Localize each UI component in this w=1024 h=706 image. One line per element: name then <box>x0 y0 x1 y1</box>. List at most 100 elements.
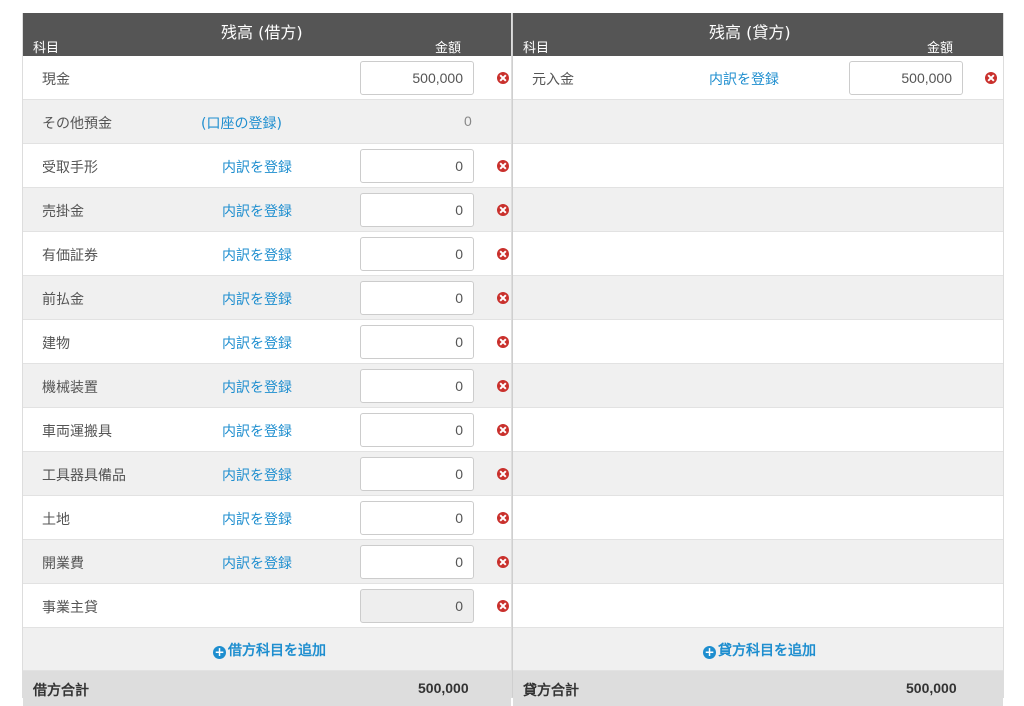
register-breakdown-link[interactable]: 内訳を登録 <box>222 289 292 309</box>
add-credit-account-button[interactable]: + 貸方科目を追加 <box>703 640 816 660</box>
plus-circle-icon: + <box>703 645 716 659</box>
amount-input[interactable]: 0 <box>360 149 474 183</box>
debit-rows: 現金 500,000 その他預金 (口座の登録) 0 受取手形 内訳を登録 0 売掛金 内訳を登録… <box>23 56 511 628</box>
credit-account-row <box>513 100 1003 144</box>
register-account-link[interactable]: (口座の登録) <box>201 113 282 133</box>
debit-account-row: 事業主貸 0 <box>23 584 511 628</box>
register-breakdown-link[interactable]: 内訳を登録 <box>222 377 292 397</box>
add-debit-account-button[interactable]: + 借方科目を追加 <box>213 640 326 660</box>
credit-total-value: 500,000 <box>906 680 957 696</box>
register-breakdown-link[interactable]: 内訳を登録 <box>222 201 292 221</box>
account-name: 元入金 <box>532 72 574 88</box>
credit-account-row: 元入金 内訳を登録 500,000 <box>513 56 1003 100</box>
amount-input[interactable]: 500,000 <box>360 61 474 95</box>
amount-input[interactable]: 500,000 <box>849 61 963 95</box>
credit-account-row <box>513 144 1003 188</box>
credit-total-row: 貸方合計 500,000 <box>513 671 1003 706</box>
debit-amount-column-header: 金額 <box>435 41 462 56</box>
amount-input[interactable]: 0 <box>360 193 474 227</box>
times-circle-icon[interactable] <box>497 424 509 436</box>
credit-panel: 科目 残高 (貸方) 金額 元入金 内訳を登録 500,000 + 貸方科目を追加 貸… <box>512 13 1004 706</box>
register-breakdown-link[interactable]: 内訳を登録 <box>222 421 292 441</box>
debit-account-row: 機械装置 内訳を登録 0 <box>23 364 511 408</box>
debit-account-row: 有価証券 内訳を登録 0 <box>23 232 511 276</box>
amount-input[interactable]: 0 <box>360 369 474 403</box>
times-circle-icon[interactable] <box>497 512 509 524</box>
amount-input[interactable]: 0 <box>360 457 474 491</box>
debit-total-row: 借方合計 500,000 <box>23 671 511 706</box>
times-circle-icon[interactable] <box>497 380 509 392</box>
account-name: 事業主貸 <box>42 600 98 616</box>
account-name: 売掛金 <box>42 204 84 220</box>
amount-input[interactable]: 0 <box>360 237 474 271</box>
add-credit-account-label: 貸方科目を追加 <box>718 643 816 659</box>
debit-add-row: + 借方科目を追加 <box>23 628 511 671</box>
account-name: 開業費 <box>42 556 84 572</box>
debit-account-row: 車両運搬具 内訳を登録 0 <box>23 408 511 452</box>
debit-account-row: 前払金 内訳を登録 0 <box>23 276 511 320</box>
register-breakdown-link[interactable]: 内訳を登録 <box>222 509 292 529</box>
debit-account-row: その他預金 (口座の登録) 0 <box>23 100 511 144</box>
credit-account-row <box>513 232 1003 276</box>
account-name: 工具器具備品 <box>42 468 126 484</box>
credit-amount-column-header: 金額 <box>927 41 954 56</box>
credit-account-row <box>513 276 1003 320</box>
register-breakdown-link[interactable]: 内訳を登録 <box>222 157 292 177</box>
credit-rows: 元入金 内訳を登録 500,000 <box>513 56 1003 628</box>
credit-account-row <box>513 320 1003 364</box>
account-name: 車両運搬具 <box>42 424 112 440</box>
account-name: 機械装置 <box>42 380 98 396</box>
credit-account-row <box>513 408 1003 452</box>
debit-account-row: 現金 500,000 <box>23 56 511 100</box>
add-debit-account-label: 借方科目を追加 <box>228 643 326 659</box>
credit-account-row <box>513 584 1003 628</box>
register-breakdown-link[interactable]: 内訳を登録 <box>222 333 292 353</box>
credit-balance-title: 残高 (貸方) <box>709 23 791 42</box>
credit-account-row <box>513 188 1003 232</box>
times-circle-icon[interactable] <box>497 160 509 172</box>
account-name: 建物 <box>42 336 70 352</box>
credit-header: 科目 残高 (貸方) 金額 <box>513 13 1003 56</box>
amount-input[interactable]: 0 <box>360 325 474 359</box>
account-name: 有価証券 <box>42 248 98 264</box>
credit-account-column-header: 科目 <box>523 41 550 56</box>
amount-input[interactable]: 0 <box>360 413 474 447</box>
times-circle-icon[interactable] <box>497 248 509 260</box>
times-circle-icon[interactable] <box>497 204 509 216</box>
times-circle-icon[interactable] <box>497 468 509 480</box>
account-name: その他預金 <box>42 116 112 132</box>
times-circle-icon[interactable] <box>985 72 997 84</box>
amount-value: 0 <box>464 113 472 129</box>
credit-total-label: 貸方合計 <box>523 683 579 699</box>
credit-add-row: + 貸方科目を追加 <box>513 628 1003 671</box>
amount-input-disabled: 0 <box>360 589 474 623</box>
times-circle-icon[interactable] <box>497 292 509 304</box>
amount-input[interactable]: 0 <box>360 545 474 579</box>
credit-account-row <box>513 364 1003 408</box>
debit-account-row: 工具器具備品 内訳を登録 0 <box>23 452 511 496</box>
debit-total-label: 借方合計 <box>33 683 89 699</box>
debit-account-row: 売掛金 内訳を登録 0 <box>23 188 511 232</box>
debit-account-row: 開業費 内訳を登録 0 <box>23 540 511 584</box>
account-name: 受取手形 <box>42 160 98 176</box>
register-breakdown-link[interactable]: 内訳を登録 <box>222 465 292 485</box>
register-breakdown-link[interactable]: 内訳を登録 <box>222 553 292 573</box>
times-circle-icon[interactable] <box>497 556 509 568</box>
debit-balance-title: 残高 (借方) <box>221 23 303 42</box>
debit-header: 科目 残高 (借方) 金額 <box>23 13 511 56</box>
times-circle-icon[interactable] <box>497 336 509 348</box>
debit-account-column-header: 科目 <box>33 41 60 56</box>
credit-account-row <box>513 496 1003 540</box>
credit-account-row <box>513 452 1003 496</box>
register-breakdown-link[interactable]: 内訳を登録 <box>222 245 292 265</box>
credit-account-row <box>513 540 1003 584</box>
debit-account-row: 建物 内訳を登録 0 <box>23 320 511 364</box>
register-breakdown-link[interactable]: 内訳を登録 <box>709 69 779 89</box>
amount-input[interactable]: 0 <box>360 501 474 535</box>
times-circle-icon[interactable] <box>497 600 509 612</box>
debit-account-row: 土地 内訳を登録 0 <box>23 496 511 540</box>
amount-input[interactable]: 0 <box>360 281 474 315</box>
debit-panel: 科目 残高 (借方) 金額 現金 500,000 その他預金 (口座の登録) 0 受取手形… <box>22 13 512 706</box>
times-circle-icon[interactable] <box>497 72 509 84</box>
account-name: 前払金 <box>42 292 84 308</box>
